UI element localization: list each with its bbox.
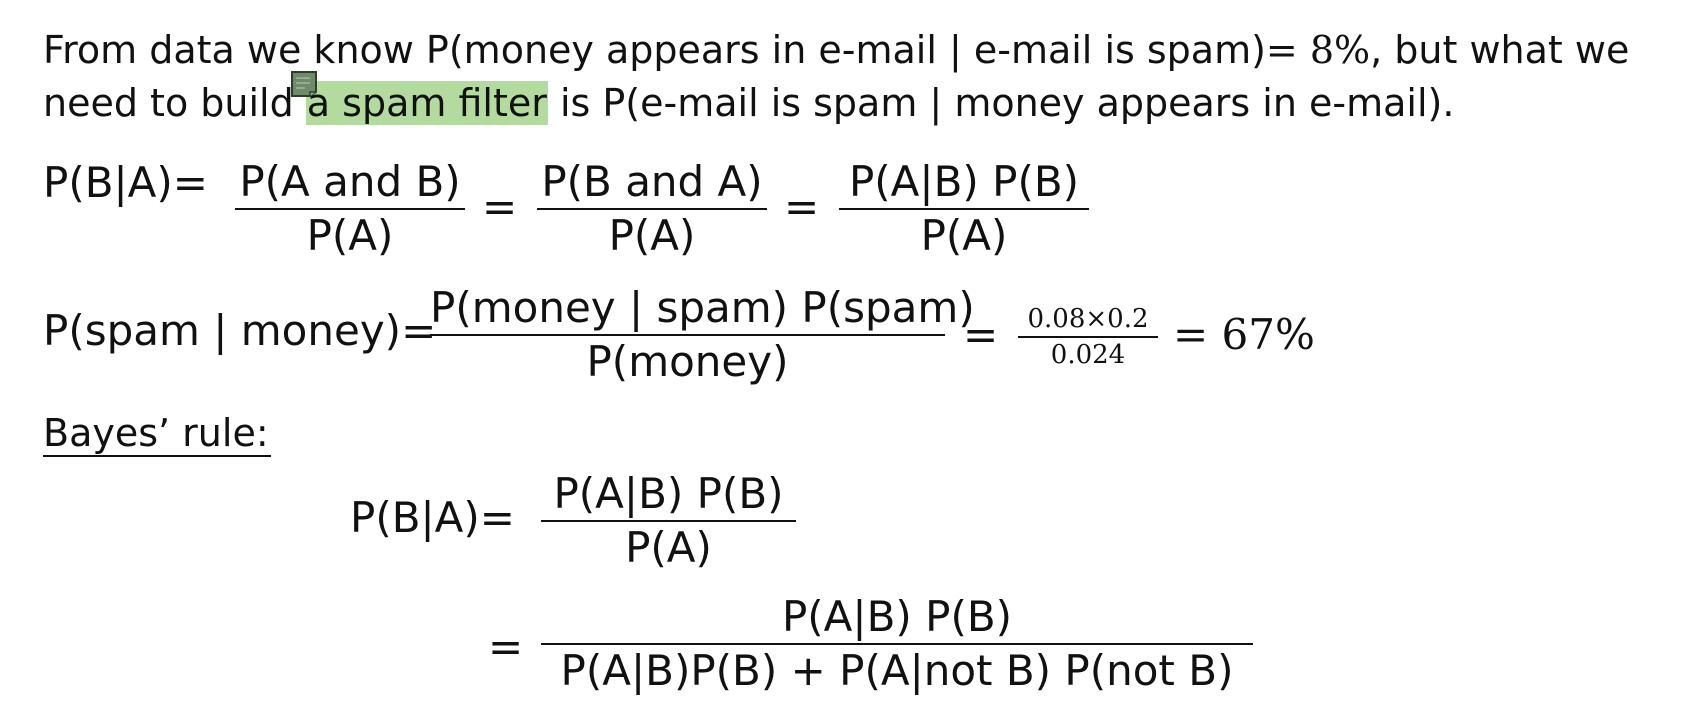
equation-2-lhs: P(spam | money)= (43, 306, 437, 355)
bayes-fraction-1: P(A|B) P(B) P(A) (541, 470, 796, 572)
fraction-numerator: P(A and B) (239, 157, 461, 206)
intro-line-2: need to build a spam filter is P(e-mail … (43, 81, 1454, 125)
equation-1-fraction-2: P(B and A) P(A) (537, 158, 767, 260)
equation-1-equals-2: = (784, 182, 820, 231)
fraction-denominator: P(money) (586, 337, 789, 386)
intro-text-1a: From data we know P(money appears in e-m… (43, 28, 1266, 72)
intro-percent: = 8% (1265, 28, 1371, 72)
bayes-equals: = (488, 622, 524, 671)
fraction-numerator: P(A|B) P(B) (781, 592, 1013, 641)
fraction-numerator: P(A|B) P(B) (553, 469, 784, 518)
equation-1-fraction-1: P(A and B) P(A) (235, 158, 465, 260)
equation-2-equals: = (963, 310, 999, 359)
equation-1-fraction-3: P(A|B) P(B) P(A) (839, 158, 1089, 260)
equation-1-equals-1: = (482, 182, 518, 231)
fraction-bar (541, 520, 796, 522)
fraction-numerator: P(money | spam) P(spam) (430, 283, 975, 332)
fraction-denominator: P(A) (306, 211, 394, 260)
intro-line-1: From data we know P(money appears in e-m… (43, 28, 1629, 72)
fraction-denominator: P(A) (608, 211, 696, 260)
fraction-bar (839, 208, 1089, 210)
highlighted-text[interactable]: a spam filter (305, 81, 548, 125)
intro-text-2a: need to build (43, 81, 306, 125)
intro-text-1b: , but what we (1370, 28, 1630, 72)
fraction-bar (235, 208, 465, 210)
equation-1-lhs: P(B|A)= (43, 158, 208, 207)
equation-2-fraction-2: 0.08×0.2 0.024 (1018, 304, 1158, 370)
fraction-numerator: 0.08×0.2 (1027, 304, 1149, 334)
fraction-bar (541, 643, 1253, 645)
fraction-bar (537, 208, 767, 210)
bayes-rule-heading: Bayes’ rule: (43, 411, 271, 457)
fraction-bar (430, 334, 945, 336)
fraction-numerator: P(B and A) (541, 157, 763, 206)
fraction-denominator: P(A|B)P(B) + P(A|not B) P(not B) (560, 646, 1234, 695)
bayes-lhs: P(B|A)= (350, 493, 515, 542)
fraction-denominator: 0.024 (1050, 340, 1126, 370)
fraction-bar (1018, 336, 1158, 338)
fraction-denominator: P(A) (625, 523, 712, 572)
equation-2-result: = 67% (1173, 310, 1315, 359)
bayes-fraction-2: P(A|B) P(B) P(A|B)P(B) + P(A|not B) P(no… (541, 593, 1253, 695)
sticky-note-icon[interactable] (290, 70, 320, 97)
equation-2-fraction-1: P(money | spam) P(spam) P(money) (430, 283, 975, 386)
intro-text-2b: is P(e-mail is spam | money appears in e… (547, 81, 1455, 125)
fraction-numerator: P(A|B) P(B) (848, 157, 1080, 206)
fraction-denominator: P(A) (920, 211, 1008, 260)
document-page: From data we know P(money appears in e-m… (0, 0, 1694, 710)
